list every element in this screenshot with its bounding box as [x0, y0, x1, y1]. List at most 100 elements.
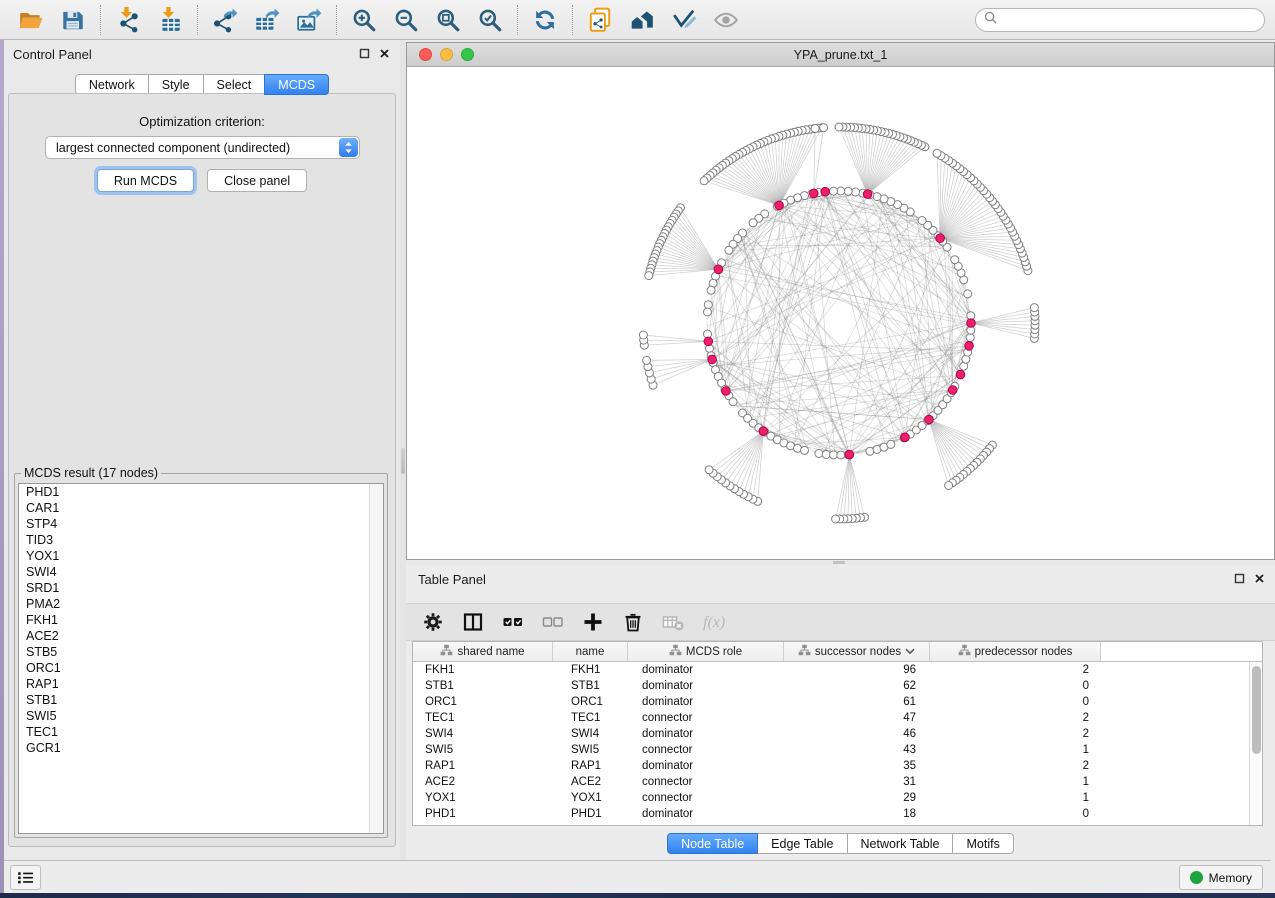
memory-status-icon: [1190, 871, 1203, 884]
column-header-predecessor-nodes[interactable]: predecessor nodes: [930, 642, 1101, 661]
tab-motifs[interactable]: Motifs: [952, 833, 1013, 854]
hide-columns-button[interactable]: [540, 608, 566, 636]
criterion-dropdown[interactable]: largest connected component (undirected): [45, 136, 360, 159]
import-table-button[interactable]: [151, 4, 189, 36]
memory-button[interactable]: Memory: [1179, 865, 1263, 890]
cell-name: ACE2: [553, 774, 628, 790]
export-network-button[interactable]: [206, 4, 244, 36]
table-row-TEC1[interactable]: TEC1TEC1connector472: [413, 710, 1262, 726]
table-row-FKH1[interactable]: FKH1FKH1dominator962: [413, 662, 1262, 678]
delete-column-button[interactable]: [620, 608, 646, 636]
column-header-shared-name[interactable]: shared name: [413, 642, 553, 661]
split-panel-icon: [461, 610, 485, 634]
toolbar-separator: [336, 5, 337, 35]
mcds-result-item[interactable]: STP4: [19, 516, 383, 532]
cell-name: FKH1: [553, 662, 628, 678]
table-row-ORC1[interactable]: ORC1ORC1dominator610: [413, 694, 1262, 710]
add-column-button[interactable]: [580, 608, 606, 636]
mcds-result-item[interactable]: SRD1: [19, 580, 383, 596]
splitter-grip[interactable]: [401, 448, 405, 474]
mcds-result-item[interactable]: SWI4: [19, 564, 383, 580]
export-image-button[interactable]: [290, 4, 328, 36]
mcds-result-item[interactable]: ORC1: [19, 660, 383, 676]
tab-network-table[interactable]: Network Table: [847, 833, 954, 854]
mcds-result-item[interactable]: CAR1: [19, 500, 383, 516]
mcds-result-item[interactable]: PMA2: [19, 596, 383, 612]
cell-predecessor-nodes: 1: [930, 742, 1101, 758]
zoom-out-button[interactable]: [387, 4, 425, 36]
float-panel-icon[interactable]: [359, 48, 370, 59]
mcds-result-item[interactable]: FKH1: [19, 612, 383, 628]
tab-network[interactable]: Network: [75, 74, 149, 95]
cell-shared-name: STB1: [413, 678, 553, 694]
mcds-result-item[interactable]: RAP1: [19, 676, 383, 692]
column-header-name[interactable]: name: [553, 642, 628, 661]
table-row-PHD1[interactable]: PHD1PHD1dominator180: [413, 806, 1262, 822]
mcds-result-item[interactable]: STB5: [19, 644, 383, 660]
column-header-successor-nodes[interactable]: successor nodes: [784, 642, 930, 661]
float-panel-icon[interactable]: [1234, 573, 1245, 584]
tab-node-table[interactable]: Node Table: [667, 833, 758, 854]
split-panel-button[interactable]: [460, 608, 486, 636]
mcds-result-item[interactable]: GCR1: [19, 740, 383, 756]
column-header-MCDS-role[interactable]: MCDS role: [628, 642, 784, 661]
table-settings-button[interactable]: [420, 608, 446, 636]
splitter-grip[interactable]: [833, 561, 845, 564]
mcds-result-item[interactable]: SWI5: [19, 708, 383, 724]
mcds-result-item[interactable]: TID3: [19, 532, 383, 548]
close-panel-icon[interactable]: [379, 48, 390, 59]
zoom-fit-button[interactable]: [429, 4, 467, 36]
task-history-button[interactable]: [10, 865, 41, 890]
save-session-button[interactable]: [54, 4, 92, 36]
optimization-criterion-label: Optimization criterion:: [9, 114, 395, 129]
zoom-selected-button[interactable]: [471, 4, 509, 36]
export-table-button[interactable]: [248, 4, 286, 36]
show-graphics-details-button[interactable]: [707, 4, 745, 36]
table-toolbar: f(x): [406, 603, 1275, 641]
show-columns-icon: [501, 610, 525, 634]
function-builder-button: f(x): [700, 608, 726, 636]
cell-successor-nodes: 46: [784, 726, 930, 742]
tab-select[interactable]: Select: [203, 74, 266, 95]
cell-predecessor-nodes: 0: [930, 678, 1101, 694]
tab-mcds[interactable]: MCDS: [264, 74, 329, 95]
mcds-result-item[interactable]: STB1: [19, 692, 383, 708]
table-row-RAP1[interactable]: RAP1RAP1dominator352: [413, 758, 1262, 774]
table-row-ACE2[interactable]: ACE2ACE2connector311: [413, 774, 1262, 790]
save-session-icon: [60, 7, 86, 33]
clone-network-button[interactable]: [581, 4, 619, 36]
table-scrollbar[interactable]: [1249, 662, 1262, 825]
network-window-titlebar[interactable]: YPA_prune.txt_1: [407, 43, 1274, 67]
table-row-YOX1[interactable]: YOX1YOX1connector291: [413, 790, 1262, 806]
mcds-result-item[interactable]: ACE2: [19, 628, 383, 644]
show-all-nodes-button[interactable]: [623, 4, 661, 36]
zoom-in-button[interactable]: [345, 4, 383, 36]
table-row-SWI5[interactable]: SWI5SWI5connector431: [413, 742, 1262, 758]
hide-graphics-details-button[interactable]: [665, 4, 703, 36]
column-label: shared name: [457, 646, 524, 658]
import-network-button[interactable]: [109, 4, 147, 36]
run-mcds-button[interactable]: Run MCDS: [97, 169, 194, 192]
mcds-result-item[interactable]: PHD1: [19, 484, 383, 500]
refresh-button[interactable]: [526, 4, 564, 36]
result-list-scrollbar[interactable]: [369, 484, 383, 833]
cell-shared-name: ORC1: [413, 694, 553, 710]
open-file-button[interactable]: [12, 4, 50, 36]
network-canvas[interactable]: [407, 67, 1274, 559]
mcds-result-list[interactable]: PHD1CAR1STP4TID3YOX1SWI4SRD1PMA2FKH1ACE2…: [18, 483, 384, 834]
zoom-in-icon: [351, 7, 377, 33]
mcds-result-item[interactable]: TEC1: [19, 724, 383, 740]
show-columns-button[interactable]: [500, 608, 526, 636]
table-header: shared name nameMCDS rolesuccessor nodesp…: [413, 642, 1262, 662]
memory-label: Memory: [1209, 871, 1252, 885]
search-input[interactable]: [1002, 10, 1264, 30]
mcds-result-item[interactable]: YOX1: [19, 548, 383, 564]
close-panel-icon[interactable]: [1254, 573, 1265, 584]
scrollbar-thumb[interactable]: [1252, 666, 1261, 754]
tab-style[interactable]: Style: [148, 74, 204, 95]
table-row-SWI4[interactable]: SWI4SWI4dominator462: [413, 726, 1262, 742]
table-row-STB1[interactable]: STB1STB1dominator620: [413, 678, 1262, 694]
close-panel-button[interactable]: Close panel: [207, 169, 307, 192]
search-box[interactable]: [975, 8, 1265, 32]
tab-edge-table[interactable]: Edge Table: [757, 833, 847, 854]
